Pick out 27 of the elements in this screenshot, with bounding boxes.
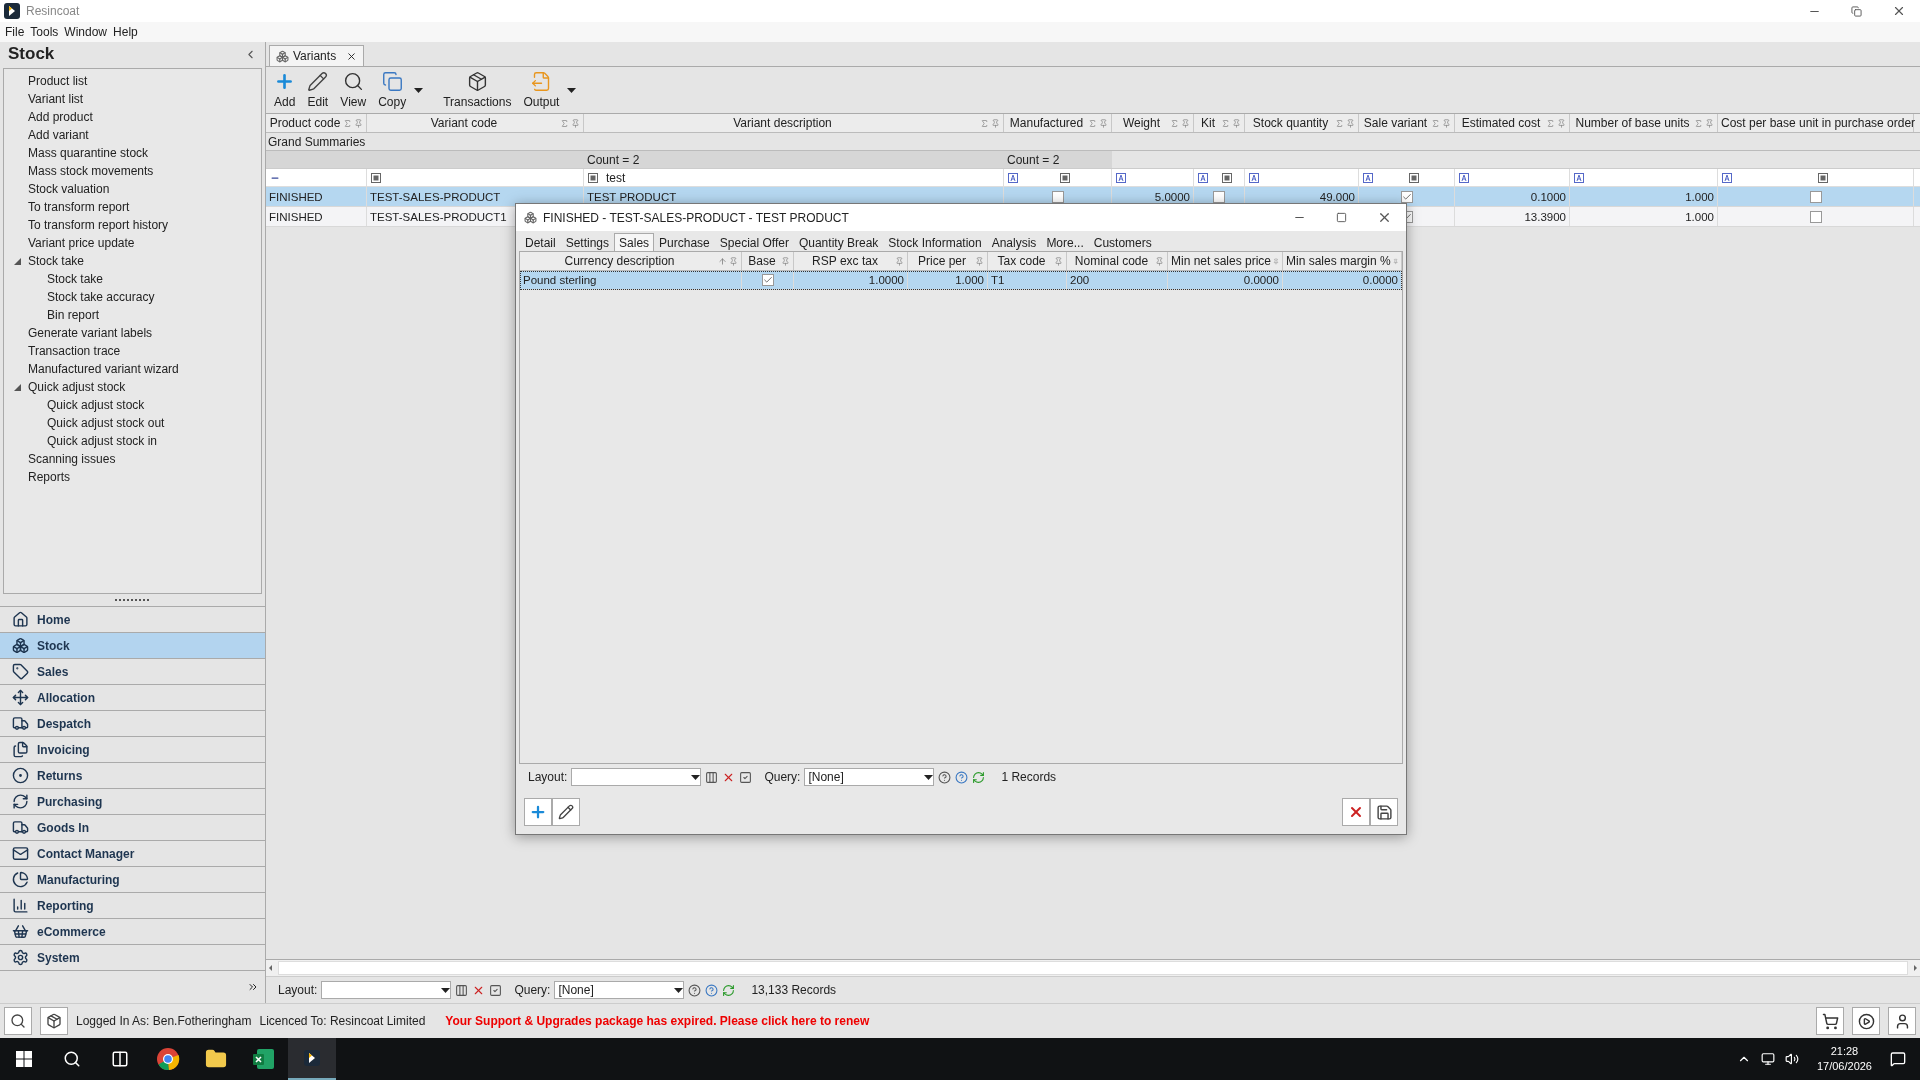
window-title: Resincoat [26, 4, 80, 18]
table-cell: 1.000 [1570, 207, 1718, 226]
sidebar-title: Stock [8, 44, 55, 64]
table-cell: FINISHED [266, 187, 367, 206]
licence-text: Licenced To: Resincoat Limited [259, 1014, 426, 1028]
query-label: Query: [764, 770, 801, 784]
table-cell: 1.000 [908, 271, 988, 289]
record-count: 13,133 Records [751, 983, 837, 997]
logged-in-text: Logged In As: Ben.Fotheringham [76, 1014, 252, 1028]
clock-date: 17/06/2026 [1816, 1059, 1872, 1074]
table-cell: 0.0000 [1283, 271, 1402, 289]
query-label: Query: [514, 983, 551, 997]
table-cell: 0.0000 [1168, 271, 1283, 289]
layout-label: Layout: [528, 770, 568, 784]
layout-label: Layout: [278, 983, 318, 997]
table-cell: T1 [988, 271, 1067, 289]
table-cell: 13.3900 [1455, 207, 1570, 226]
table-cell: Pound sterling [520, 271, 742, 289]
table-cell: FINISHED [266, 207, 367, 226]
summary-cell: Count = 2 [584, 151, 1004, 168]
table-cell: 0.1000 [1455, 187, 1570, 206]
summary-cell: Count = 2 [1004, 151, 1112, 168]
clock-time: 21:28 [1830, 1044, 1859, 1059]
record-count: 1 Records [1001, 770, 1057, 784]
table-cell: 1.000 [1570, 187, 1718, 206]
table-cell: 200 [1067, 271, 1168, 289]
table-cell: 1.0000 [794, 271, 908, 289]
